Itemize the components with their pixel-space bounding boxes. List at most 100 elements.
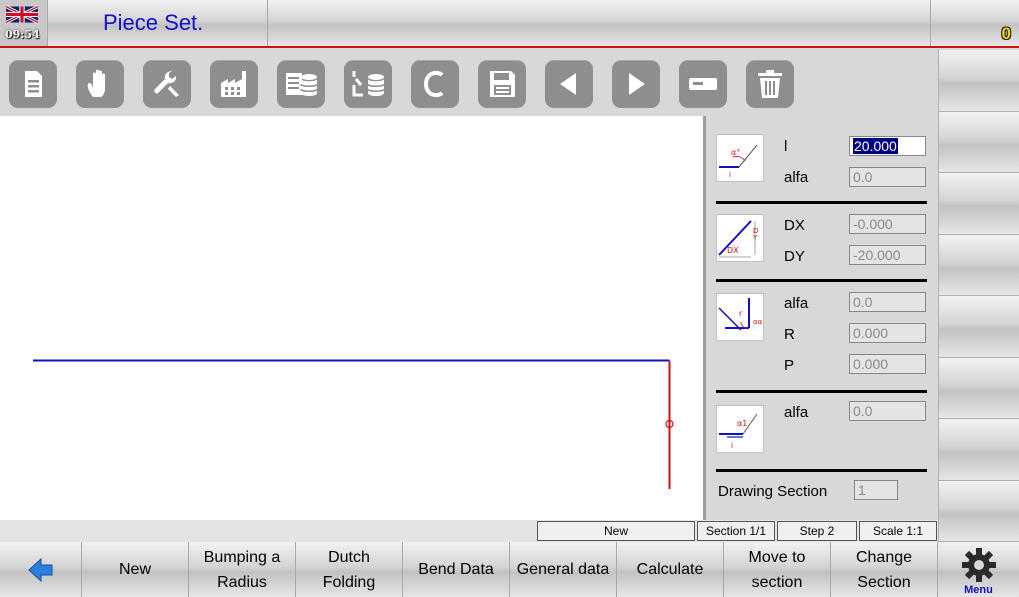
side-button-8[interactable] — [938, 480, 1019, 542]
side-button-column — [938, 50, 1019, 542]
arrow-right-icon — [629, 73, 645, 95]
change-section-button[interactable]: Change Section — [831, 542, 938, 597]
database-bend-button[interactable] — [344, 60, 392, 108]
minus-button[interactable] — [679, 60, 727, 108]
svg-text:α1: α1 — [737, 419, 747, 428]
alfa-label-1: alfa — [784, 169, 809, 186]
counter-box: 0 — [931, 0, 1019, 46]
back-button[interactable] — [0, 542, 82, 597]
clock-time: 09:54 — [5, 28, 40, 41]
svg-text:Y: Y — [752, 234, 758, 242]
drawing-section-label: Drawing Section — [718, 483, 828, 500]
alfa-field-2[interactable]: 0.0 — [849, 292, 926, 312]
status-mode: New — [537, 521, 695, 541]
factory-button[interactable] — [210, 60, 258, 108]
alfa-field-3[interactable]: 0.0 — [849, 401, 926, 421]
separator-2 — [716, 279, 927, 282]
language-clock-box[interactable]: 09:54 — [0, 0, 48, 46]
menu-label: Menu — [964, 584, 993, 596]
menu-button[interactable]: Menu — [938, 542, 1019, 597]
arrow-left-icon — [560, 73, 576, 95]
hand-icon — [87, 69, 105, 97]
alfa-label-2: alfa — [784, 295, 809, 312]
database-bend-icon — [352, 71, 385, 97]
status-step: Step 2 — [777, 521, 857, 541]
r-label: R — [784, 326, 795, 343]
status-scale: Scale 1:1 — [859, 521, 937, 541]
wrench-button[interactable] — [143, 60, 191, 108]
dx-label: DX — [784, 217, 805, 234]
database-list-icon — [286, 73, 318, 96]
svg-text:l: l — [731, 442, 733, 450]
document-icon — [25, 71, 42, 97]
next-button[interactable] — [612, 60, 660, 108]
previous-button[interactable] — [545, 60, 593, 108]
save-icon — [490, 71, 515, 97]
hem-angle-diagram-icon: α1 l — [716, 405, 764, 453]
svg-text:l: l — [729, 171, 731, 179]
separator-3 — [716, 390, 927, 393]
side-button-7[interactable] — [938, 419, 1019, 481]
segment-data-panel: α° l l 20.000 alfa 0.0 DX D Y DX -0.000 DY … — [706, 116, 938, 520]
minus-rect-icon — [689, 78, 717, 90]
page-title: Piece Set. — [103, 10, 204, 35]
r-field[interactable]: 0.000 — [849, 323, 926, 343]
hand-button[interactable] — [76, 60, 124, 108]
separator-4 — [716, 469, 927, 472]
p-label: P — [784, 357, 795, 374]
svg-text:r: r — [739, 309, 743, 318]
new-button[interactable]: New — [82, 542, 189, 597]
length-label: l — [784, 138, 788, 155]
wrench-icon — [154, 71, 179, 97]
length-angle-diagram-icon: α° l — [716, 134, 764, 182]
side-button-2[interactable] — [938, 111, 1019, 173]
uk-flag-icon[interactable] — [6, 5, 38, 24]
p-field[interactable]: 0.000 — [849, 354, 926, 374]
piece-drawing — [33, 359, 674, 489]
drawing-section-field[interactable]: 1 — [854, 480, 898, 500]
toolbar — [0, 50, 938, 116]
trash-icon — [758, 70, 782, 98]
drawing-canvas[interactable] — [0, 116, 703, 520]
separator-1 — [716, 201, 927, 204]
back-arrow-icon — [27, 557, 52, 582]
database-list-button[interactable] — [277, 60, 325, 108]
bumping-radius-button[interactable]: Bumping a Radius — [189, 542, 296, 597]
header-spacer — [268, 0, 931, 46]
dx-field[interactable]: -0.000 — [849, 214, 926, 234]
svg-text:α°: α° — [731, 148, 740, 157]
svg-text:DX: DX — [727, 246, 739, 255]
dx-dy-diagram-icon: DX D Y — [716, 214, 764, 262]
save-button[interactable] — [478, 60, 526, 108]
piece-counter: 0 — [1001, 24, 1011, 43]
delete-button[interactable] — [746, 60, 794, 108]
length-field[interactable]: 20.000 — [849, 136, 926, 156]
side-button-3[interactable] — [938, 173, 1019, 235]
move-to-section-button[interactable]: Move to section — [724, 542, 831, 597]
alfa-field-1[interactable]: 0.0 — [849, 167, 926, 187]
calculate-button[interactable]: Calculate — [617, 542, 724, 597]
gear-icon — [962, 548, 996, 582]
bottom-button-bar: New Bumping a Radius Dutch Folding Bend … — [0, 542, 1019, 597]
title-box: Piece Set. — [48, 0, 268, 46]
dutch-folding-button[interactable]: Dutch Folding — [296, 542, 403, 597]
alfa-label-3: alfa — [784, 404, 809, 421]
dy-field[interactable]: -20.000 — [849, 245, 926, 265]
bend-data-button[interactable]: Bend Data — [403, 542, 510, 597]
factory-icon — [221, 71, 246, 97]
side-button-4[interactable] — [938, 234, 1019, 296]
c-letter-icon — [423, 70, 444, 98]
side-button-5[interactable] — [938, 296, 1019, 358]
status-section: Section 1/1 — [697, 521, 775, 541]
side-button-6[interactable] — [938, 357, 1019, 419]
status-bar: New Section 1/1 Step 2 Scale 1:1 — [0, 520, 938, 542]
side-button-1[interactable] — [938, 50, 1019, 112]
dy-label: DY — [784, 248, 805, 265]
document-button[interactable] — [9, 60, 57, 108]
general-data-button[interactable]: General data — [510, 542, 617, 597]
bend-radius-diagram-icon: r αα — [716, 293, 764, 341]
header-bar: 09:54 Piece Set. 0 — [0, 0, 1019, 48]
svg-text:αα: αα — [753, 318, 763, 326]
clear-button[interactable] — [411, 60, 459, 108]
app-window: 09:54 Piece Set. 0 α° l l 20.000 alfa 0.… — [0, 0, 1019, 597]
